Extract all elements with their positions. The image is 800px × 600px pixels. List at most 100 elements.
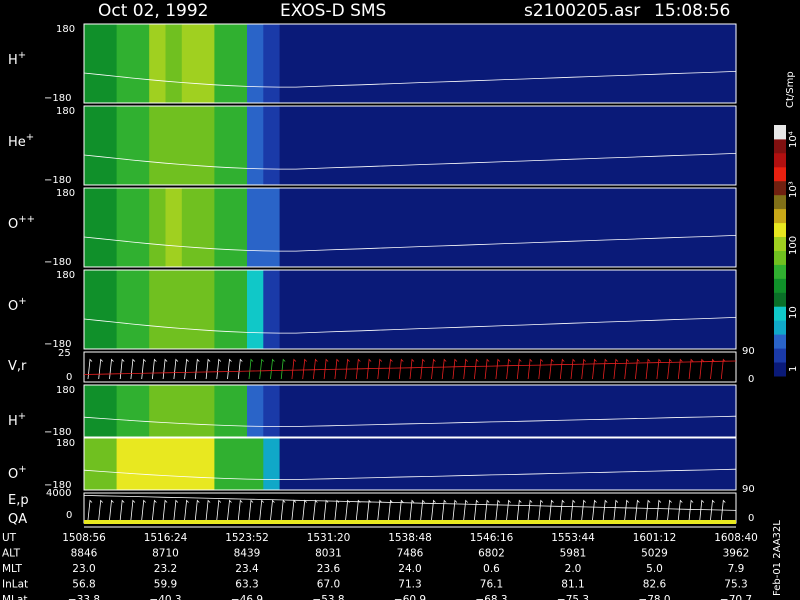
table-label-MLT: MLT [2, 563, 22, 575]
heat-column [670, 24, 688, 103]
colorbar-cell [774, 152, 786, 168]
heat-column [524, 270, 541, 349]
heat-column [377, 385, 395, 437]
colorbar-cell [774, 236, 786, 251]
axis-bottom-h: −180 [44, 93, 71, 104]
line-right-top-ep: 90 [742, 484, 755, 495]
heat-column [361, 24, 378, 103]
table-cell: 5029 [641, 548, 668, 560]
heat-column [621, 24, 639, 103]
heat-column [149, 24, 167, 103]
heat-column [670, 385, 688, 437]
heat-column [263, 438, 281, 490]
heat-column [377, 270, 395, 349]
heat-column [426, 188, 444, 267]
heat-column [540, 438, 558, 490]
heat-column [214, 385, 232, 437]
heat-column [491, 188, 509, 267]
heat-column [165, 188, 183, 267]
heat-column [328, 270, 346, 349]
heat-column [100, 438, 118, 490]
heat-column [475, 385, 493, 437]
axis-top-o2: 180 [56, 438, 75, 449]
colorbar-cell [774, 166, 786, 182]
heat-column [230, 438, 248, 490]
heat-column [263, 188, 281, 267]
table-cell: −60.9 [394, 594, 426, 600]
heat-column [670, 438, 688, 490]
heat-column [670, 106, 688, 185]
colorbar: Ct/Smp 1 10 100 10³ 10⁴ [774, 71, 799, 377]
heat-column [393, 24, 411, 103]
table-cell: 3962 [723, 548, 750, 560]
heat-column [442, 106, 460, 185]
heat-column [328, 438, 346, 490]
line-bottom-ep: 0 [66, 510, 72, 521]
heat-column [605, 270, 623, 349]
heat-column [377, 106, 395, 185]
table-cell: 1508:56 [62, 532, 106, 544]
heat-column [214, 270, 232, 349]
heat-column [312, 24, 330, 103]
heat-column [556, 385, 574, 437]
heat-column [312, 270, 330, 349]
heat-column [344, 106, 362, 185]
colorbar-cell [774, 222, 786, 237]
heat-column [573, 106, 590, 185]
heat-column [393, 188, 411, 267]
table-cell: 1601:12 [633, 532, 677, 544]
heat-column [589, 188, 607, 267]
heat-column [621, 385, 639, 437]
orbit-table: UT 1508:56 1516:24 1523:52 1531:20 1538:48 154… [2, 526, 758, 600]
heat-column [654, 438, 672, 490]
line-panel-3 [83, 492, 737, 524]
heat-column [410, 438, 427, 490]
heat-column [132, 438, 150, 490]
heat-column [295, 438, 313, 490]
table-cell: −68.3 [475, 594, 507, 600]
table-cell: 23.2 [154, 563, 177, 575]
heat-column [475, 438, 493, 490]
heat-column [458, 385, 476, 437]
heat-column [393, 385, 411, 437]
heat-column [295, 270, 313, 349]
table-label-ALT: ALT [2, 548, 21, 560]
heat-column [703, 188, 721, 267]
heat-column [100, 188, 118, 267]
heat-column [491, 438, 509, 490]
heat-column [247, 270, 264, 349]
colorbar-cell [774, 125, 786, 140]
heat-column [540, 385, 558, 437]
charge-superscript: + [18, 464, 26, 475]
heat-column [573, 24, 590, 103]
heat-column [540, 188, 558, 267]
colorbar-tick-1: 1 [788, 366, 799, 372]
heat-column [312, 188, 330, 267]
heat-column [312, 438, 330, 490]
title-date: Oct 02, 1992 [98, 1, 209, 21]
heat-column [214, 24, 232, 103]
heat-column [719, 106, 737, 185]
heat-column [703, 438, 721, 490]
heat-column [361, 106, 378, 185]
panel-o2 [83, 437, 737, 491]
table-cell: 23.6 [317, 563, 341, 575]
colorbar-cell [774, 320, 786, 335]
orbit-table-cells: UT 1508:56 1516:24 1523:52 1531:20 1538:48 154… [2, 532, 758, 600]
heat-column [638, 385, 656, 437]
heat-column [458, 188, 476, 267]
colorbar-cell [774, 348, 786, 363]
heat-column [654, 385, 672, 437]
heat-column [605, 438, 623, 490]
heat-column [295, 24, 313, 103]
charge-superscript: + [18, 411, 26, 422]
heat-column [84, 24, 101, 103]
heat-column [279, 106, 297, 185]
line-top-vr: 25 [58, 348, 71, 359]
heat-column [687, 188, 704, 267]
heat-column [132, 24, 150, 103]
heat-column [230, 270, 248, 349]
heat-column [540, 24, 558, 103]
heat-column [328, 106, 346, 185]
colorbar-cell [774, 194, 786, 210]
